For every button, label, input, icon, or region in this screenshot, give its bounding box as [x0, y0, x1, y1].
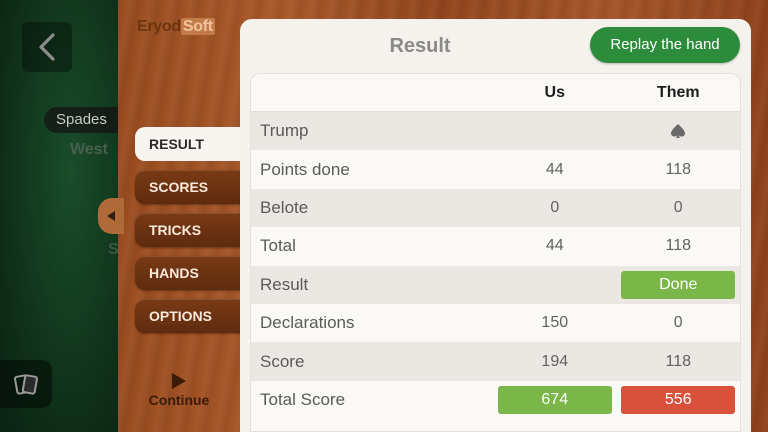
continue-label: Continue: [148, 392, 210, 408]
header-us: Us: [544, 83, 565, 101]
continue-button[interactable]: Continue: [144, 372, 214, 410]
result-panel: Result Replay the hand Us Them Trump Poi…: [240, 19, 751, 432]
row-belote: Belote 0 0: [251, 188, 740, 228]
them-value: 0: [673, 314, 683, 332]
player-west-label: West: [70, 141, 108, 158]
menu-hands[interactable]: HANDS: [135, 256, 255, 290]
chevron-left-icon: [39, 33, 55, 61]
row-label: Total: [260, 236, 296, 256]
cards-button[interactable]: [0, 360, 52, 408]
row-label: Declarations: [260, 313, 355, 333]
menu-tricks[interactable]: TRICKS: [135, 213, 255, 247]
row-label: Trump: [260, 121, 309, 141]
menu-scores[interactable]: SCORES: [135, 170, 255, 204]
us-value: 194: [541, 352, 569, 370]
them-total-score-badge: 556: [621, 385, 736, 414]
result-table: Us Them Trump Points done 44 118 Belote …: [250, 73, 741, 432]
row-label: Belote: [260, 197, 309, 217]
back-button[interactable]: [22, 22, 72, 72]
row-label: Result: [260, 274, 309, 294]
play-icon: [172, 373, 186, 389]
them-value: 118: [665, 352, 692, 370]
them-value: Done: [617, 270, 740, 299]
us-value: 150: [541, 314, 569, 332]
row-score: Score 194 118: [251, 342, 740, 381]
menu-result[interactable]: RESULT: [135, 127, 250, 161]
us-value: 674: [493, 385, 616, 414]
cards-icon: [14, 374, 38, 395]
table-header: Us Them: [251, 74, 740, 112]
them-value: 556: [617, 385, 740, 414]
header-them: Them: [656, 83, 700, 101]
row-declarations: Declarations 150 0: [251, 304, 740, 342]
them-value: 0: [673, 198, 683, 216]
done-badge: Done: [621, 270, 736, 299]
menu-options[interactable]: OPTIONS: [135, 299, 255, 333]
spade-icon: [671, 123, 686, 138]
row-label: Score: [260, 351, 305, 371]
them-value: [617, 122, 740, 140]
triangle-left-icon: [107, 211, 115, 221]
row-total-score: Total Score 674 556: [251, 381, 740, 419]
them-value: 118: [665, 237, 692, 255]
us-value: 44: [545, 160, 564, 178]
us-total-score-badge: 674: [497, 385, 612, 414]
brand-logo: Eryod Soft: [137, 18, 215, 35]
them-value: 118: [665, 160, 692, 178]
row-total: Total 44 118: [251, 227, 740, 265]
us-value: 0: [550, 198, 560, 216]
row-label: Points done: [260, 159, 350, 179]
row-points-done: Points done 44 118: [251, 150, 740, 188]
replay-hand-button[interactable]: Replay the hand: [590, 27, 740, 63]
collapse-panel-tab[interactable]: [98, 198, 124, 234]
row-label: Total Score: [260, 389, 346, 409]
us-value: 44: [545, 237, 564, 255]
row-trump: Trump: [251, 112, 740, 151]
row-result: Result Done: [251, 265, 740, 304]
panel-title: Result: [389, 35, 451, 57]
